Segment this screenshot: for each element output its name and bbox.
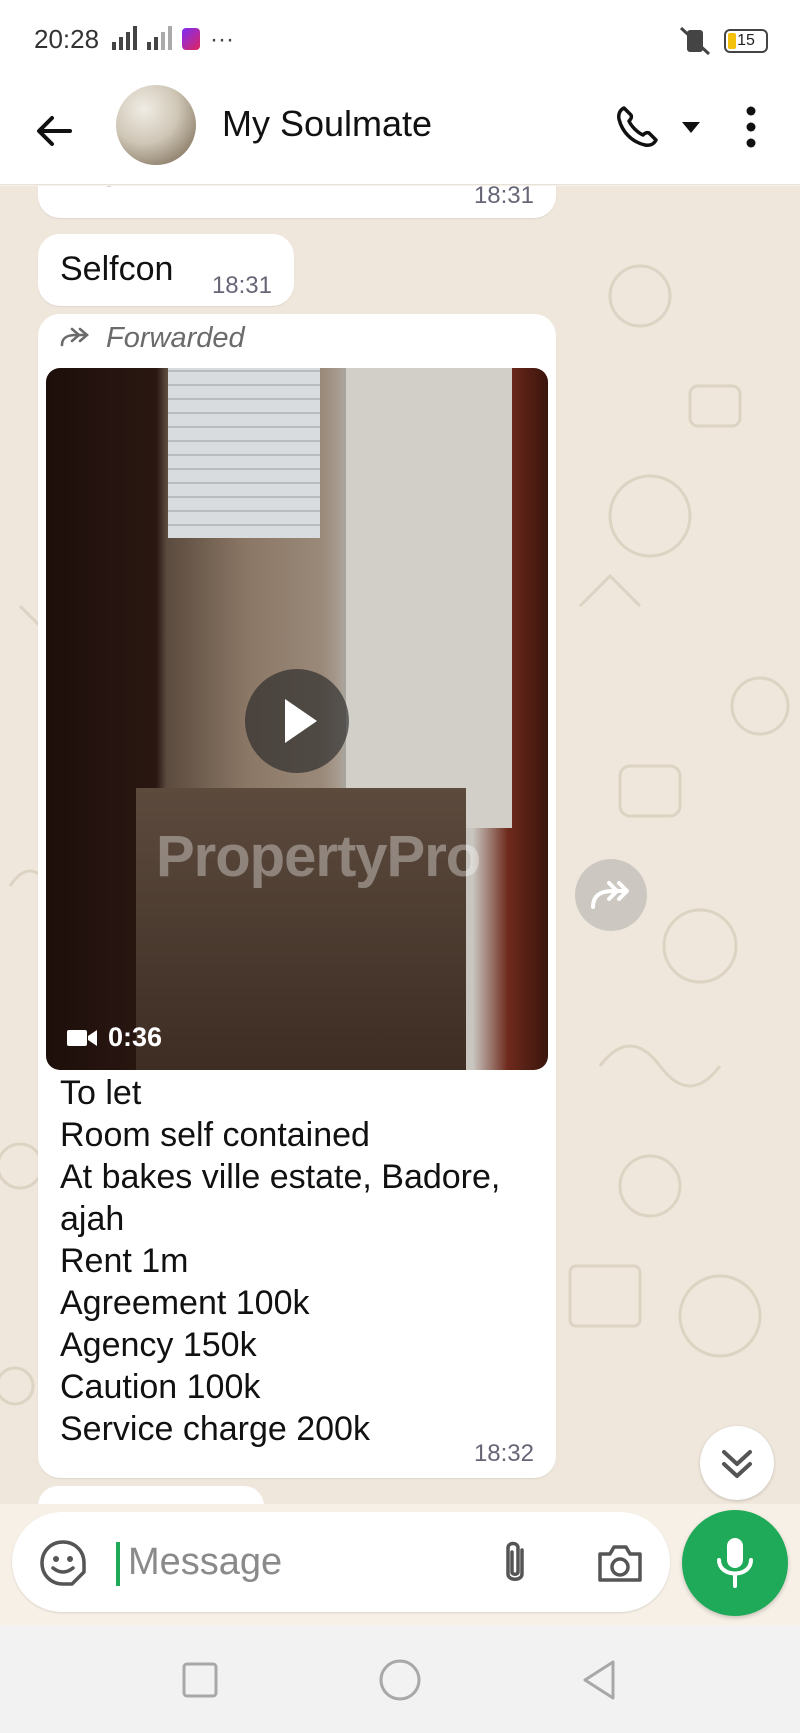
contact-name[interactable]: My Soulmate [222,103,432,145]
video-duration-text: 0:36 [108,1022,163,1052]
camera-icon[interactable] [594,1538,646,1588]
caret-down-icon[interactable] [676,112,706,142]
avatar[interactable] [116,85,196,165]
caption-line: At bakes ville estate, Badore, ajah [60,1158,501,1238]
video-thumbnail[interactable]: PropertyPro 0:36 [46,368,548,1070]
scroll-to-bottom-button[interactable] [700,1426,774,1500]
mic-icon [717,1538,753,1588]
caption-line: Rent 1m [60,1242,189,1280]
sticker-icon[interactable] [38,1538,88,1588]
forwarded-label: Forwarded [106,322,245,354]
message-time: 18:31 [473,186,534,209]
caption-line: To let [60,1074,142,1112]
more-notifications-icon: ··· [210,26,234,53]
message-bubble[interactable]: Selfcon 18:31 [38,234,294,306]
status-bar: 20:28 ··· 15 [0,0,800,78]
forward-icon [60,327,89,346]
message-input[interactable] [128,1534,468,1590]
mic-button[interactable] [682,1510,788,1616]
home-icon[interactable] [375,1655,425,1705]
double-chevron-down-icon [722,1450,752,1478]
caption-line: Agency 150k [60,1326,257,1364]
caption-line: Service charge 200k [60,1410,370,1448]
video-camera-icon [67,1029,97,1046]
caption-line: Caution 100k [60,1368,261,1406]
video-duration: 0:36 [66,1022,162,1053]
message-bubble[interactable]: The 1.2 18:31 [38,186,556,218]
more-vert-icon[interactable] [736,102,766,152]
paperclip-icon[interactable] [490,1536,540,1590]
recents-icon[interactable] [175,1655,225,1705]
caption-line: Agreement 100k [60,1284,310,1322]
status-right: 15 [678,26,768,56]
video-frame-window [168,368,320,538]
back-arrow-icon[interactable] [30,106,80,156]
forwarded-indicator: Forwarded [58,322,245,355]
video-watermark: PropertyPro [156,824,481,889]
video-message-bubble[interactable]: Forwarded PropertyPro 0:36 To let Room s… [38,314,556,1478]
video-caption: To let Room self contained At bakes vill… [60,1072,530,1450]
status-time: 20:28 [34,24,100,54]
signal-indicators: ··· [112,26,234,53]
system-nav-bar [0,1625,800,1733]
play-icon[interactable] [245,669,349,773]
signal-strength-icon [112,26,137,50]
message-bubble-partial[interactable] [38,1486,264,1504]
video-frame-door [342,368,512,828]
message-text: Selfcon [60,250,174,288]
back-nav-icon[interactable] [575,1655,625,1705]
app-notification-icon [182,28,200,50]
message-time: 18:31 [211,272,272,299]
caption-line: Room self contained [60,1116,370,1154]
signal-strength-icon-2 [147,26,172,50]
message-time: 18:32 [473,1440,534,1467]
message-text: The 1.2 [60,186,175,195]
chat-area[interactable]: The 1.2 18:31 Selfcon 18:31 Forwarded Pr… [0,186,800,1504]
vibrate-mute-icon [679,26,711,56]
forward-button[interactable] [575,859,647,931]
battery-indicator: 15 [724,29,768,53]
message-composer [12,1512,670,1612]
phone-icon[interactable] [612,102,662,152]
chat-header: My Soulmate [0,78,800,185]
text-cursor [116,1542,120,1586]
